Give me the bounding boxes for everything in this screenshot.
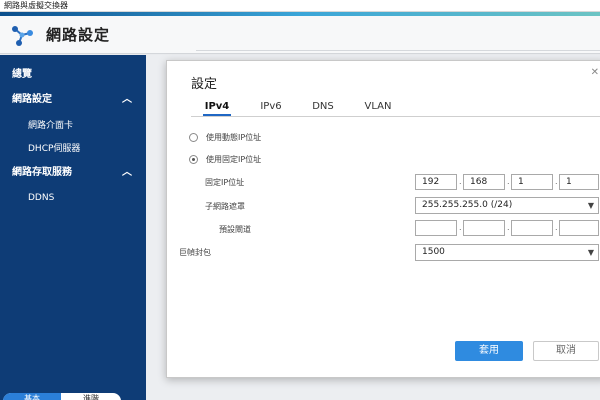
tab-ipv4[interactable]: IPv4 [203,99,231,116]
settings-dialog: 設定 ✕ IPv4 IPv6 DNS VLAN 使用動態IP位址 使用固定IP位… [166,60,600,378]
ip-separator: . [507,223,510,232]
radio-static-label: 使用固定IP位址 [206,155,262,164]
radio-button[interactable] [189,133,198,142]
subnet-mask-select[interactable]: 255.255.255.0 (/24) ▼ [415,197,599,214]
ip-separator: . [555,223,558,232]
chevron-down-icon[interactable]: ▼ [588,198,594,213]
ip-separator: . [507,177,510,186]
sidebar-item-label: DHCP伺服器 [28,144,81,154]
fixed-ip-octet-4[interactable]: 1 [559,174,599,190]
tab-dns[interactable]: DNS [309,99,337,116]
apply-button[interactable]: 套用 [455,341,523,361]
sidebar-item-network-access-services[interactable]: 網路存取服務 ︿ [0,162,146,184]
gateway-octet-4[interactable] [559,220,599,236]
sidebar: 總覽 網路設定 ︿ 網路介面卡 DHCP伺服器 網路存取服務 ︿ DDNS 基本… [0,55,146,400]
mode-toggle: 基本 進階 [3,393,121,400]
ip-separator: . [555,177,558,186]
jumbo-frame-select[interactable]: 1500 ▼ [415,244,599,261]
jumbo-frame-value: 1500 [422,247,445,257]
advanced-mode-button[interactable]: 進階 [61,393,121,400]
basic-mode-button[interactable]: 基本 [3,393,61,400]
gateway-octet-2[interactable] [463,220,505,236]
sidebar-item-network-adapter[interactable]: 網路介面卡 [0,115,146,137]
fixed-ip-octet-1[interactable]: 192 [415,174,457,190]
fixed-ip-octet-2[interactable]: 168 [463,174,505,190]
gateway-octet-1[interactable] [415,220,457,236]
ip-separator: . [459,177,462,186]
sidebar-item-overview[interactable]: 總覽 [0,64,146,86]
close-icon[interactable]: ✕ [591,67,599,78]
subnet-mask-label: 子網路遮罩 [205,202,245,211]
sidebar-item-dhcp-server[interactable]: DHCP伺服器 [0,138,146,160]
app-header: 網路設定 [0,16,600,54]
radio-dynamic-label: 使用動態IP位址 [206,133,262,142]
cancel-button[interactable]: 取消 [533,341,599,361]
app-title: 網路設定 [46,26,111,44]
sidebar-item-label: 網路介面卡 [28,121,74,131]
chevron-up-icon[interactable]: ︿ [122,89,132,111]
header-divider [196,50,600,51]
ip-separator: . [459,223,462,232]
jumbo-frame-label: 巨幀封包 [179,248,211,257]
sidebar-item-label: DDNS [28,193,55,203]
window-titlebar: 網路與虛擬交換器 [0,0,600,12]
gateway-octet-3[interactable] [511,220,553,236]
network-nodes-icon [12,26,33,46]
fixed-ip-label: 固定IP位址 [205,178,245,187]
sidebar-item-label: 網路存取服務 [12,167,72,178]
window-title: 網路與虛擬交換器 [4,1,68,10]
default-gateway-label: 預設閘道 [219,225,251,234]
tab-ipv6[interactable]: IPv6 [257,99,285,116]
dialog-title: 設定 [191,77,218,92]
sidebar-item-label: 總覽 [12,69,32,80]
subnet-mask-value: 255.255.255.0 (/24) [422,200,513,210]
chevron-down-icon[interactable]: ▼ [588,245,594,260]
tab-vlan[interactable]: VLAN [361,99,395,116]
chevron-up-icon[interactable]: ︿ [122,162,132,184]
sidebar-item-network-settings[interactable]: 網路設定 ︿ [0,89,146,111]
sidebar-item-ddns[interactable]: DDNS [0,187,146,209]
radio-button-checked[interactable] [189,155,198,164]
fixed-ip-octet-3[interactable]: 1 [511,174,553,190]
sidebar-item-label: 網路設定 [12,94,52,105]
tab-bar: IPv4 IPv6 DNS VLAN [191,99,600,117]
